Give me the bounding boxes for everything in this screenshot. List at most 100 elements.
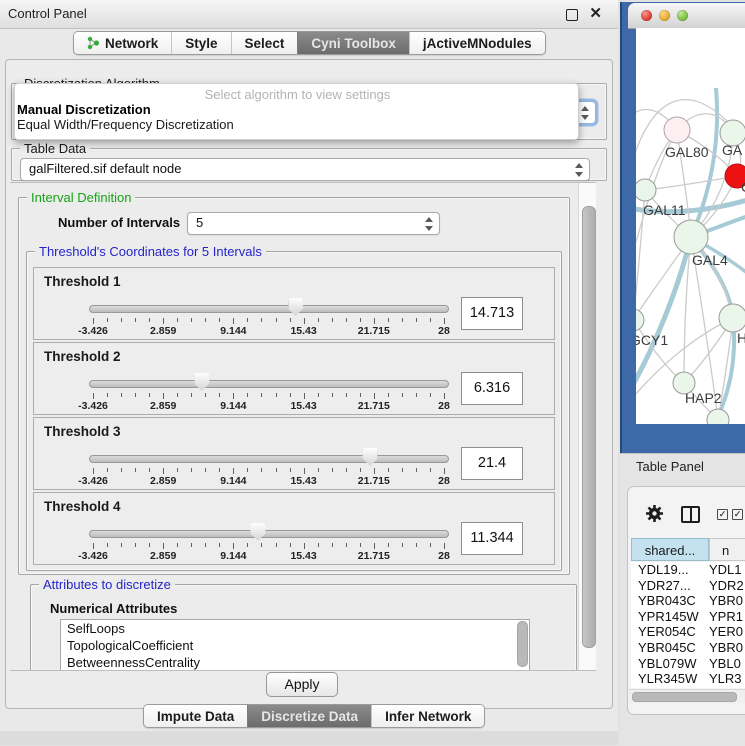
cell-shared-name: YER054C: [631, 624, 709, 640]
attribute-list-item[interactable]: SelfLoops: [61, 620, 529, 637]
attribute-list-item[interactable]: TopologicalCoefficient: [61, 637, 529, 654]
split-columns-icon[interactable]: [681, 506, 700, 523]
combo-value: galFiltered.sif default node: [29, 161, 181, 176]
table-row[interactable]: YPR145WYPR1: [631, 609, 745, 625]
slider-tick: [205, 393, 206, 397]
slider-tick: [177, 543, 178, 547]
tab-label: Discretize Data: [261, 709, 358, 724]
network-window-titlebar[interactable]: [628, 3, 745, 29]
table-row[interactable]: YLR345WYLR3: [631, 671, 745, 687]
slider-tick: [444, 393, 445, 399]
checkbox-icon[interactable]: ✓: [717, 509, 728, 520]
vertical-scrollbar[interactable]: [578, 183, 596, 670]
horizontal-scrollbar[interactable]: [629, 689, 745, 703]
tab-cyni-toolbox[interactable]: Cyni Toolbox: [297, 32, 409, 54]
slider-tick: [261, 318, 262, 322]
slider-tick: [416, 393, 417, 397]
slider-tick-label: 21.715: [358, 550, 390, 562]
dropdown-option[interactable]: Manual Discretization: [15, 102, 578, 117]
list-scrollbar-thumb[interactable]: [517, 621, 528, 667]
slider-tick: [290, 318, 291, 322]
slider-tick: [163, 393, 164, 399]
slider-tick-label: 2.859: [150, 475, 176, 487]
top-tab-bar: Network Style Select Cyni Toolbox jActiv…: [73, 31, 546, 55]
network-node[interactable]: [719, 304, 745, 332]
zoom-window-icon[interactable]: [677, 10, 688, 21]
close-icon[interactable]: ✕: [589, 4, 602, 22]
slider-tick: [149, 468, 150, 472]
slider-thumb[interactable]: [194, 373, 209, 391]
tab-network[interactable]: Network: [74, 32, 171, 54]
number-of-intervals-combobox[interactable]: 5: [187, 212, 440, 235]
table-body: YDL19...YDL1YDR27...YDR2YBR043CYBR0YPR14…: [631, 562, 745, 688]
table-row[interactable]: YBL079WYBL0: [631, 656, 745, 672]
slider-tick: [163, 543, 164, 549]
slider-tick: [233, 468, 234, 474]
table-row[interactable]: YDR27...YDR2: [631, 578, 745, 594]
slider-tick: [430, 318, 431, 322]
slider-tick: [346, 318, 347, 322]
tab-discretize-data[interactable]: Discretize Data: [247, 705, 371, 727]
network-node[interactable]: [636, 179, 656, 201]
cell-shared-name: YBR043C: [631, 593, 709, 609]
threshold-value-field[interactable]: 21.4: [461, 447, 523, 480]
tab-jactivemnodules[interactable]: jActiveMNodules: [409, 32, 545, 54]
node-label: GAL80: [665, 144, 709, 160]
checkbox-icon[interactable]: ✓: [732, 509, 743, 520]
column-header-shared-name[interactable]: shared...: [631, 538, 709, 561]
dropdown-option[interactable]: Equal Width/Frequency Discretization: [15, 117, 578, 132]
tab-infer-network[interactable]: Infer Network: [371, 705, 484, 727]
slider-thumb[interactable]: [363, 448, 378, 466]
node-label: C: [741, 179, 745, 195]
apply-button[interactable]: Apply: [266, 672, 338, 697]
tab-style[interactable]: Style: [171, 32, 230, 54]
threshold-value-field[interactable]: 6.316: [461, 372, 523, 405]
table-row[interactable]: YER054CYER0: [631, 624, 745, 640]
slider-tick: [191, 468, 192, 472]
table-row[interactable]: YBR043CYBR0: [631, 593, 745, 609]
slider-tick: [402, 543, 403, 547]
slider-thumb[interactable]: [250, 523, 265, 541]
threshold-value-field[interactable]: 11.344: [461, 522, 523, 555]
slider-tick: [416, 468, 417, 472]
slider-tick: [346, 543, 347, 547]
threshold-panel: Threshold 3 -3.4262.8599.14415.4321.7152…: [33, 417, 555, 490]
slider-tick: [346, 393, 347, 397]
slider-tick-label: 9.144: [220, 325, 246, 337]
slider-tick: [191, 543, 192, 547]
column-header-name[interactable]: n: [709, 538, 745, 561]
threshold-label: Threshold 1: [44, 274, 121, 289]
table-row[interactable]: YDL19...YDL1: [631, 562, 745, 578]
slider-tick: [304, 543, 305, 549]
threshold-value-field[interactable]: 14.713: [461, 297, 523, 330]
slider-tick: [93, 543, 94, 549]
gear-icon[interactable]: [645, 504, 664, 523]
slider-tick-label: 9.144: [220, 550, 246, 562]
tab-impute-data[interactable]: Impute Data: [144, 705, 247, 727]
float-window-icon[interactable]: [566, 9, 578, 21]
slider-tick: [318, 543, 319, 547]
table-row[interactable]: YIL052CYIL0: [631, 687, 745, 688]
close-window-icon[interactable]: [641, 10, 652, 21]
table-data-combobox[interactable]: galFiltered.sif default node: [20, 158, 590, 181]
slider-tick: [276, 318, 277, 322]
slider-tick: [177, 393, 178, 397]
slider-thumb[interactable]: [288, 298, 303, 316]
horizontal-scrollbar-thumb[interactable]: [632, 692, 737, 702]
vertical-scrollbar-thumb[interactable]: [582, 206, 596, 648]
network-node[interactable]: [636, 309, 644, 331]
slider-tick: [135, 393, 136, 397]
slider-tick-label: 9.144: [220, 400, 246, 412]
table-row[interactable]: YBR045CYBR0: [631, 640, 745, 656]
slider-tick: [346, 468, 347, 472]
network-canvas[interactable]: GAL80GACGAL11GAL4GCY1HHAP2: [636, 28, 745, 424]
attribute-list-item[interactable]: BetweennessCentrality: [61, 654, 529, 671]
network-node[interactable]: [664, 117, 690, 143]
tab-label: Cyni Toolbox: [311, 36, 396, 51]
tab-select[interactable]: Select: [231, 32, 298, 54]
slider-tick: [205, 468, 206, 472]
slider-tick: [444, 318, 445, 324]
minimize-window-icon[interactable]: [659, 10, 670, 21]
network-node[interactable]: [674, 220, 708, 254]
network-node[interactable]: [707, 409, 729, 424]
